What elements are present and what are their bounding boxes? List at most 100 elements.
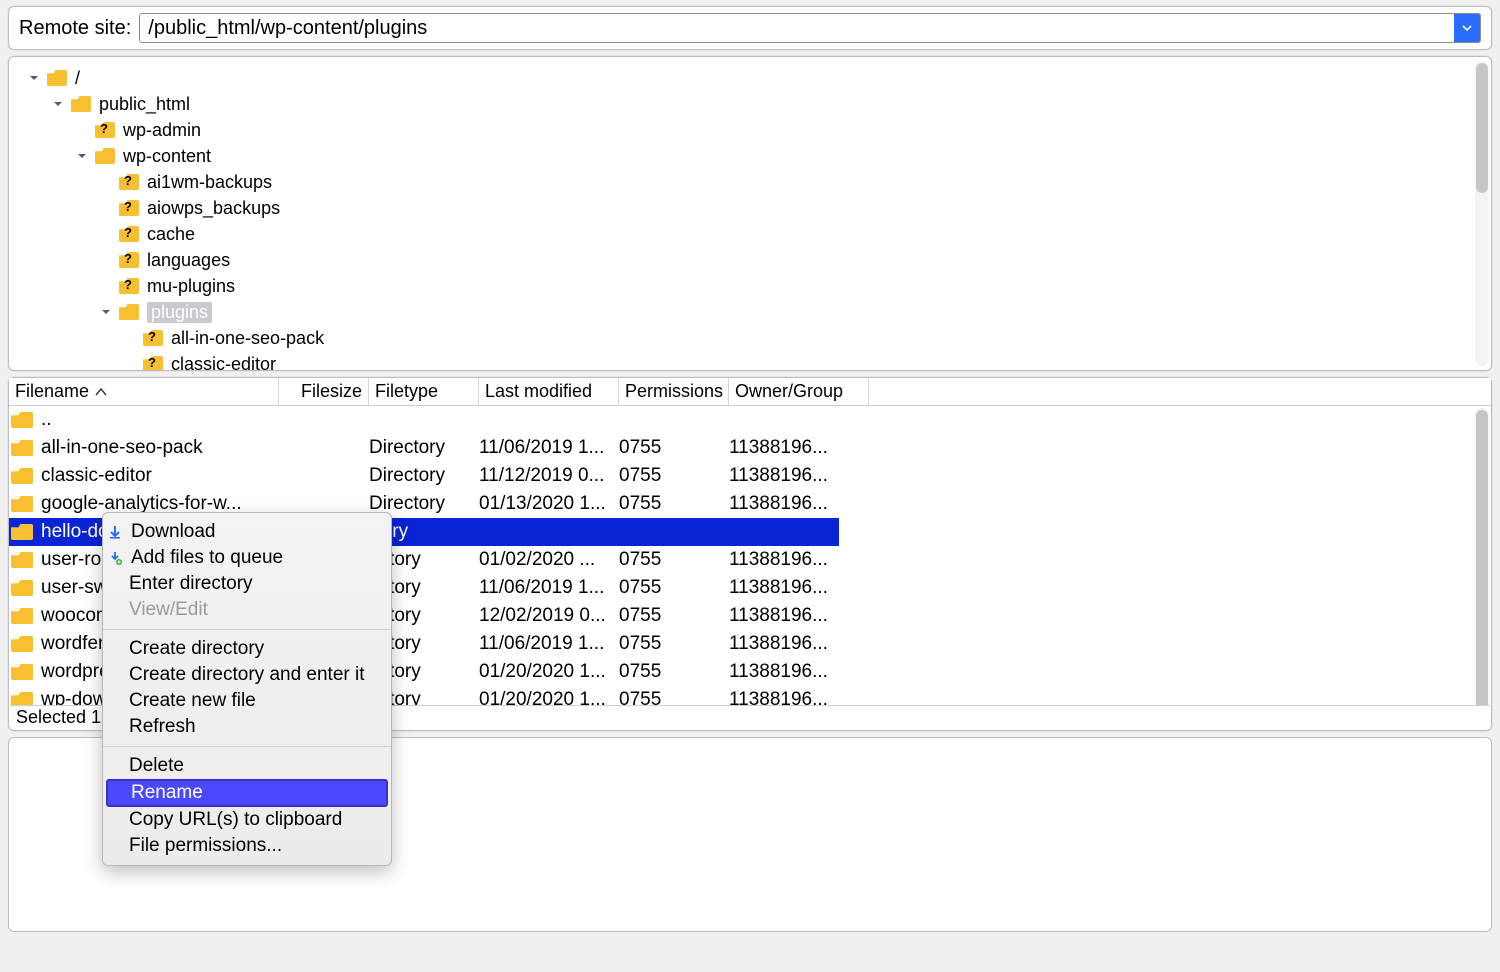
ctx-download[interactable]: Download (103, 519, 391, 545)
context-menu: Download Add files to queue Enter direct… (102, 512, 392, 866)
tree-item-label: all-in-one-seo-pack (171, 328, 324, 349)
cell-permissions: 0755 (619, 493, 729, 515)
folder-unknown-icon (119, 200, 139, 216)
cell-filename: all-in-one-seo-pack (11, 437, 279, 459)
cell-ownergroup: 11388196... (729, 437, 869, 459)
chevron-down-icon (1462, 23, 1472, 33)
sort-ascending-icon (95, 387, 107, 397)
disclosure-triangle-icon[interactable] (99, 305, 113, 319)
folder-icon (11, 412, 33, 428)
tree-item-label: wp-content (123, 146, 211, 167)
tree-item-label: cache (147, 224, 195, 245)
tree-item-label: ai1wm-backups (147, 172, 272, 193)
ctx-delete[interactable]: Delete (103, 753, 391, 779)
ctx-refresh[interactable]: Refresh (103, 714, 391, 740)
ctx-create-new-file[interactable]: Create new file (103, 688, 391, 714)
cell-permissions: 0755 (619, 661, 729, 683)
ctx-rename[interactable]: Rename (106, 779, 388, 807)
remote-path-combo[interactable] (139, 13, 1481, 43)
ctx-add-to-queue[interactable]: Add files to queue (103, 545, 391, 571)
tree-item[interactable]: wp-admin (27, 117, 1491, 143)
folder-icon (11, 580, 33, 596)
tree-item[interactable]: ai1wm-backups (27, 169, 1491, 195)
cell-lastmodified: 11/06/2019 1... (479, 633, 619, 655)
tree-item-label: classic-editor (171, 354, 276, 372)
folder-icon (119, 304, 139, 320)
ctx-enter-directory[interactable]: Enter directory (103, 571, 391, 597)
folder-unknown-icon (119, 174, 139, 190)
col-header-lastmodified[interactable]: Last modified (479, 378, 619, 405)
folder-icon (11, 496, 33, 512)
folder-icon (11, 440, 33, 456)
cell-lastmodified: 11/06/2019 1... (479, 577, 619, 599)
col-header-filetype[interactable]: Filetype (369, 378, 479, 405)
tree-item[interactable]: / (27, 65, 1491, 91)
tree-item-label: public_html (99, 94, 190, 115)
col-header-filename[interactable]: Filename (9, 378, 279, 405)
ctx-file-permissions[interactable]: File permissions... (103, 833, 391, 859)
cell-permissions: 0755 (619, 437, 729, 459)
add-to-queue-icon (107, 550, 123, 566)
folder-unknown-icon (119, 252, 139, 268)
folder-icon (11, 608, 33, 624)
tree-item-label: languages (147, 250, 230, 271)
tree-item[interactable]: languages (27, 247, 1491, 273)
tree-item-label: wp-admin (123, 120, 201, 141)
folder-unknown-icon (143, 356, 163, 371)
cell-filetype: Directory (369, 437, 479, 459)
tree-scroll-thumb[interactable] (1476, 63, 1488, 193)
cell-ownergroup: 11388196... (729, 661, 869, 683)
cell-ownergroup: 11388196... (729, 605, 869, 627)
cell-permissions: 0755 (619, 549, 729, 571)
folder-icon (71, 96, 91, 112)
folder-unknown-icon (95, 122, 115, 138)
table-row[interactable]: all-in-one-seo-pack Directory11/06/2019 1… (9, 434, 1491, 462)
list-scrollbar[interactable] (1475, 408, 1489, 726)
tree-item-label: plugins (147, 302, 212, 323)
ctx-create-directory[interactable]: Create directory (103, 636, 391, 662)
remote-path-dropdown-button[interactable] (1454, 14, 1480, 42)
cell-lastmodified: 01/20/2020 1... (479, 661, 619, 683)
tree-item[interactable]: cache (27, 221, 1491, 247)
col-header-filesize[interactable]: Filesize (279, 378, 369, 405)
tree-item[interactable]: classic-editor (27, 351, 1491, 371)
ctx-separator (103, 746, 391, 747)
ctx-view-edit: View/Edit (103, 597, 391, 623)
tree-item[interactable]: public_html (27, 91, 1491, 117)
cell-filetype: Directory (369, 465, 479, 487)
tree-item-label: mu-plugins (147, 276, 235, 297)
tree-scrollbar[interactable] (1475, 61, 1489, 366)
tree-item[interactable]: aiowps_backups (27, 195, 1491, 221)
tree-item[interactable]: plugins (27, 299, 1491, 325)
tree-item[interactable]: mu-plugins (27, 273, 1491, 299)
disclosure-triangle-icon[interactable] (51, 97, 65, 111)
list-scroll-thumb[interactable] (1476, 410, 1488, 724)
disclosure-triangle-icon[interactable] (75, 149, 89, 163)
remote-site-label: Remote site: (19, 17, 131, 40)
cell-permissions: 0755 (619, 465, 729, 487)
table-row[interactable]: .. (9, 406, 1491, 434)
cell-lastmodified: 11/06/2019 1... (479, 437, 619, 459)
folder-icon (95, 148, 115, 164)
ctx-separator (103, 629, 391, 630)
ctx-create-directory-enter[interactable]: Create directory and enter it (103, 662, 391, 688)
folder-icon (11, 468, 33, 484)
disclosure-triangle-icon[interactable] (27, 71, 41, 85)
remote-path-input[interactable] (140, 14, 1454, 42)
cell-lastmodified: 11/12/2019 0... (479, 465, 619, 487)
folder-unknown-icon (119, 226, 139, 242)
tree-item[interactable]: wp-content (27, 143, 1491, 169)
cell-ownergroup: 11388196... (729, 577, 869, 599)
col-header-ownergroup[interactable]: Owner/Group (729, 378, 869, 405)
folder-icon (11, 636, 33, 652)
cell-lastmodified: 12/02/2019 0... (479, 605, 619, 627)
col-header-permissions[interactable]: Permissions (619, 378, 729, 405)
ctx-copy-url[interactable]: Copy URL(s) to clipboard (103, 807, 391, 833)
folder-unknown-icon (119, 278, 139, 294)
cell-ownergroup: 11388196... (729, 549, 869, 571)
tree-item-label: aiowps_backups (147, 198, 280, 219)
tree-item[interactable]: all-in-one-seo-pack (27, 325, 1491, 351)
remote-site-panel: Remote site: (8, 6, 1492, 50)
table-row[interactable]: classic-editorDirectory11/12/2019 0...07… (9, 462, 1491, 490)
tree-item-label: / (75, 68, 80, 89)
